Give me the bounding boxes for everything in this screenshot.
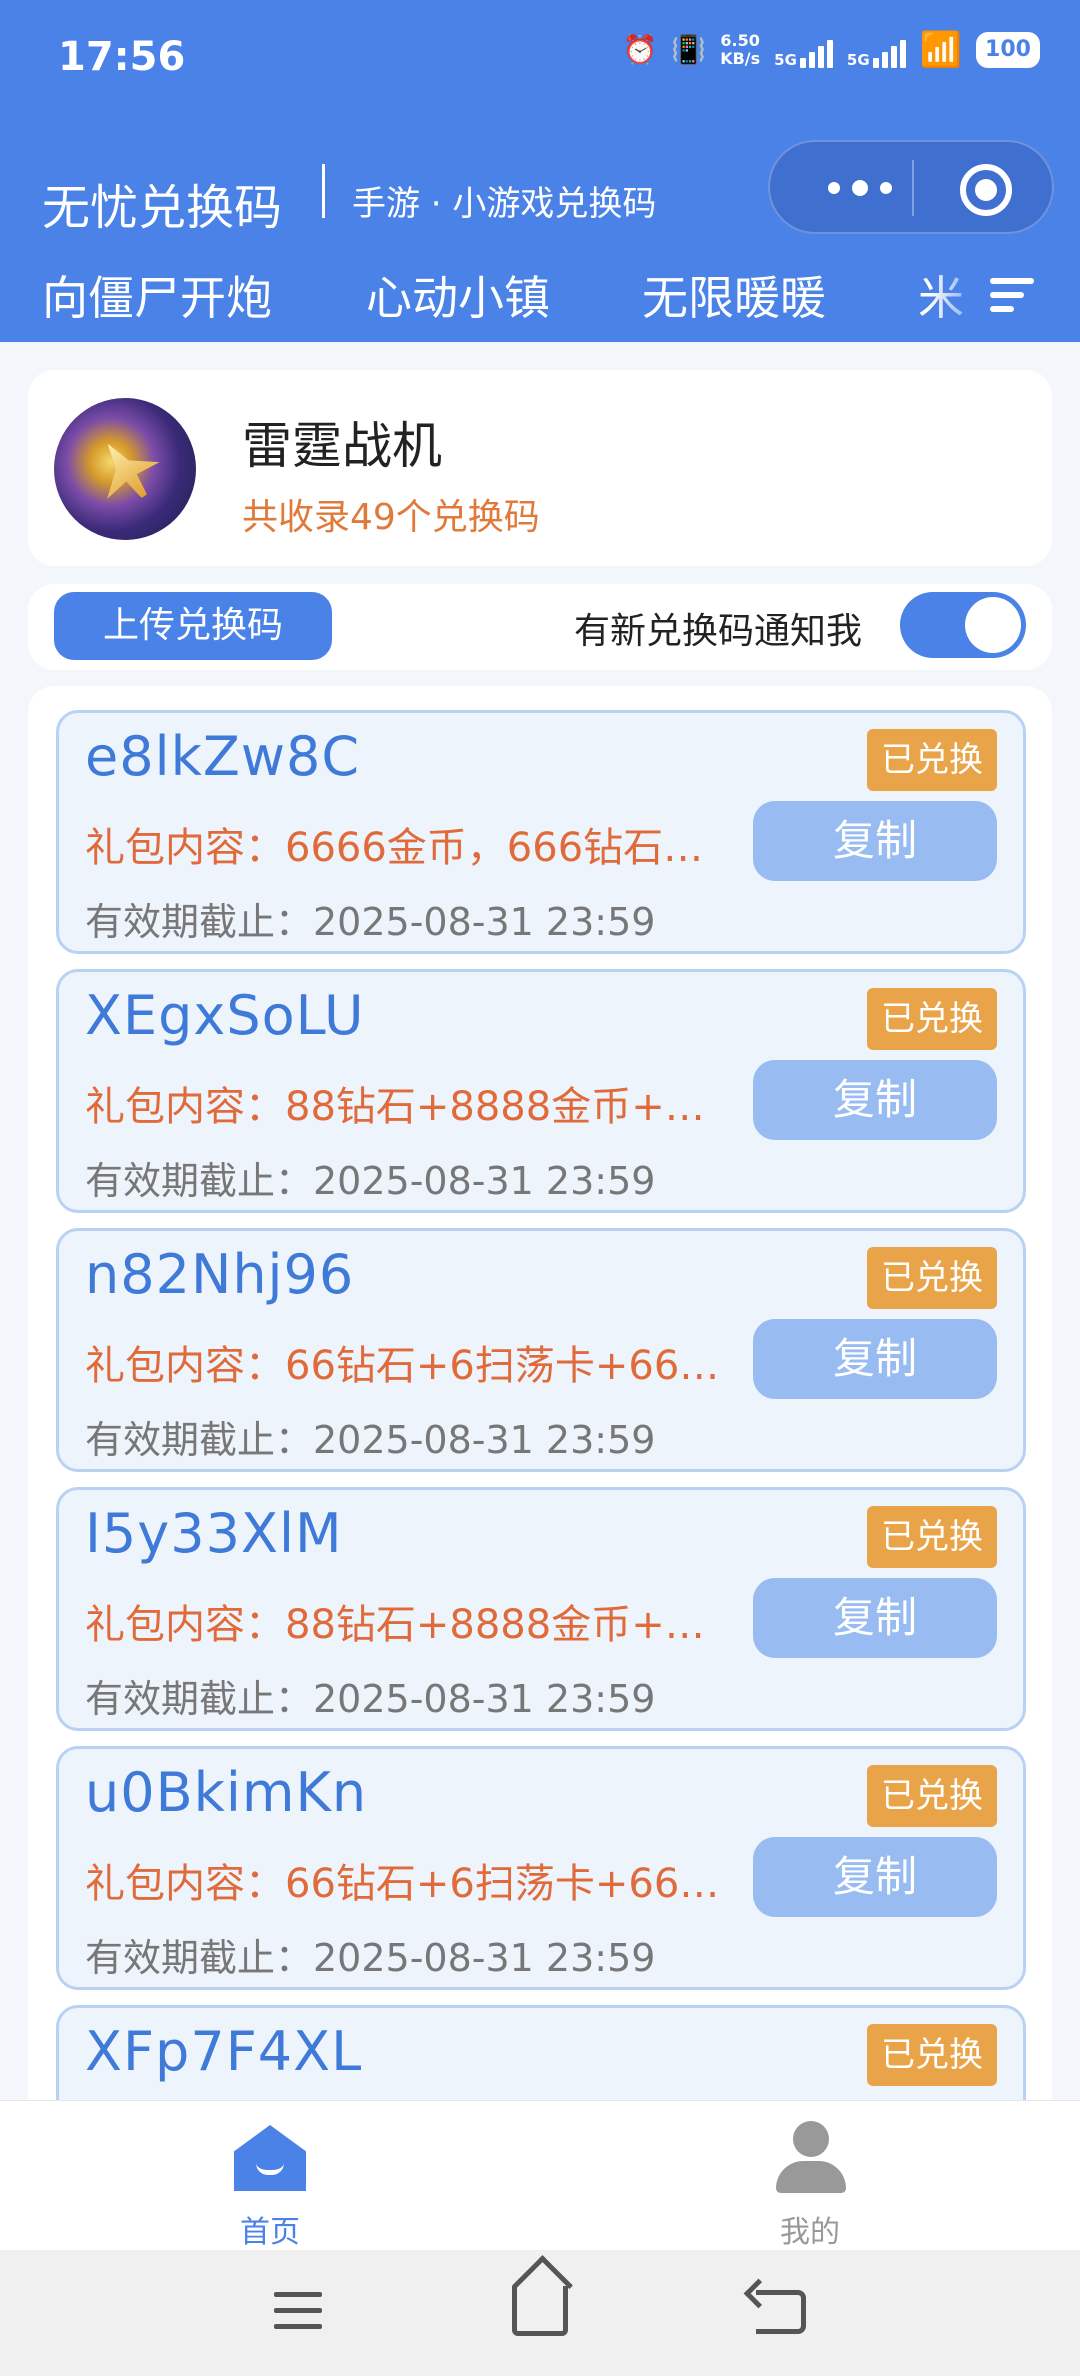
copy-button[interactable]: 复制 [753, 1060, 997, 1140]
upload-code-button[interactable]: 上传兑换码 [54, 592, 332, 660]
gift-content: 礼包内容：88钻石+8888金币+8… [85, 1084, 725, 1130]
redeem-code: XFp7F4XL [85, 2020, 363, 2083]
tab-game-3[interactable]: 无限暖暖 [642, 262, 826, 328]
nav-mine[interactable]: 我的 [690, 2111, 930, 2250]
status-badge: 已兑换 [867, 1247, 997, 1309]
nav-mine-label: 我的 [780, 2215, 840, 2250]
app-header: 无忧兑换码 手游 · 小游戏兑换码 向僵尸开炮 心动小镇 无限暖暖 米 [0, 120, 1080, 342]
redeem-code: u0BkimKn [85, 1761, 368, 1824]
gift-content: 礼包内容：66钻石+6扫荡卡+66… [85, 1343, 720, 1389]
code-card: I5y33XlM 已兑换 礼包内容：88钻石+8888金币+8… 复制 有效期截… [56, 1487, 1026, 1731]
game-tabs: 向僵尸开炮 心动小镇 无限暖暖 米 [0, 252, 1080, 332]
close-miniprogram-icon[interactable] [960, 164, 1012, 216]
expiry-date: 有效期截止：2025-08-31 23:59 [85, 1418, 656, 1462]
more-icon[interactable] [810, 168, 910, 208]
copy-button[interactable]: 复制 [753, 1578, 997, 1658]
redeem-code: n82Nhj96 [85, 1243, 355, 1306]
network-speed: 6.50 KB/s [720, 32, 760, 68]
system-back-icon[interactable] [756, 2290, 806, 2334]
code-list[interactable]: e8lkZw8C 已兑换 礼包内容：6666金币，666钻石… 复制 有效期截止… [28, 686, 1052, 2100]
recents-icon[interactable] [274, 2292, 322, 2332]
redeem-code: e8lkZw8C [85, 725, 361, 788]
system-nav-bar [0, 2250, 1080, 2376]
battery-icon: 100 [976, 32, 1040, 68]
vibrate-icon: 📳 [671, 33, 707, 66]
expiry-date: 有效期截止：2025-08-31 23:59 [85, 1936, 656, 1980]
status-bar: 17:56 ⏰ 📳 6.50 KB/s 5G 5G 📶 100 [0, 0, 1080, 120]
status-time: 17:56 [58, 34, 186, 80]
code-card: XFp7F4XL 已兑换 [56, 2005, 1026, 2100]
gift-content: 礼包内容：6666金币，666钻石… [85, 825, 704, 871]
game-icon [54, 398, 196, 540]
bottom-tab-bar: 首页 我的 [0, 2100, 1080, 2250]
code-card: u0BkimKn 已兑换 礼包内容：66钻石+6扫荡卡+66… 复制 有效期截止… [56, 1746, 1026, 1990]
app-subtitle: 手游 · 小游戏兑换码 [352, 184, 657, 224]
nav-home-label: 首页 [240, 2215, 300, 2250]
copy-button[interactable]: 复制 [753, 1319, 997, 1399]
signal-2-icon: 5G [847, 32, 906, 68]
status-badge: 已兑换 [867, 988, 997, 1050]
gift-content: 礼包内容：66钻石+6扫荡卡+66… [85, 1861, 720, 1907]
redeem-code: I5y33XlM [85, 1502, 343, 1565]
copy-button[interactable]: 复制 [753, 801, 997, 881]
wifi-icon: 📶 [919, 30, 962, 70]
copy-button[interactable]: 复制 [753, 1837, 997, 1917]
network-speed-unit: KB/s [720, 49, 761, 68]
network-speed-value: 6.50 [720, 31, 760, 50]
capsule-divider [912, 160, 914, 216]
system-home-icon[interactable] [512, 2286, 568, 2336]
miniprogram-capsule [768, 140, 1054, 234]
signal-1-icon: 5G [774, 32, 833, 68]
code-count: 共收录49个兑换码 [242, 497, 540, 538]
nav-home[interactable]: 首页 [150, 2111, 390, 2250]
game-info-card: 雷霆战机 共收录49个兑换码 [28, 370, 1052, 566]
code-card: n82Nhj96 已兑换 礼包内容：66钻石+6扫荡卡+66… 复制 有效期截止… [56, 1228, 1026, 1472]
expiry-date: 有效期截止：2025-08-31 23:59 [85, 1677, 656, 1721]
sim1-label: 5G [774, 51, 797, 69]
status-badge: 已兑换 [867, 1506, 997, 1568]
code-card: e8lkZw8C 已兑换 礼包内容：6666金币，666钻石… 复制 有效期截止… [56, 710, 1026, 954]
action-row: 上传兑换码 有新兑换码通知我 [28, 584, 1052, 670]
status-badge: 已兑换 [867, 729, 997, 791]
tab-game-2[interactable]: 心动小镇 [366, 262, 550, 328]
sort-menu-icon[interactable] [990, 278, 1034, 312]
tab-game-1[interactable]: 向僵尸开炮 [42, 262, 272, 328]
title-divider [322, 164, 325, 218]
code-card: XEgxSoLU 已兑换 礼包内容：88钻石+8888金币+8… 复制 有效期截… [56, 969, 1026, 1213]
alarm-icon: ⏰ [622, 33, 658, 66]
toggle-knob [965, 597, 1021, 653]
sim2-label: 5G [846, 51, 870, 69]
home-icon [234, 2125, 306, 2191]
expiry-date: 有效期截止：2025-08-31 23:59 [85, 1159, 656, 1203]
app-title: 无忧兑换码 [42, 180, 283, 236]
redeem-code: XEgxSoLU [85, 984, 365, 1047]
notify-toggle[interactable] [900, 592, 1026, 658]
profile-icon [776, 2121, 846, 2193]
status-icons: ⏰ 📳 6.50 KB/s 5G 5G 📶 100 [622, 32, 1040, 68]
game-name: 雷霆战机 [242, 417, 442, 475]
status-badge: 已兑换 [867, 1765, 997, 1827]
notify-label: 有新兑换码通知我 [574, 611, 863, 652]
status-badge: 已兑换 [867, 2024, 997, 2086]
expiry-date: 有效期截止：2025-08-31 23:59 [85, 900, 656, 944]
gift-content: 礼包内容：88钻石+8888金币+8… [85, 1602, 725, 1648]
